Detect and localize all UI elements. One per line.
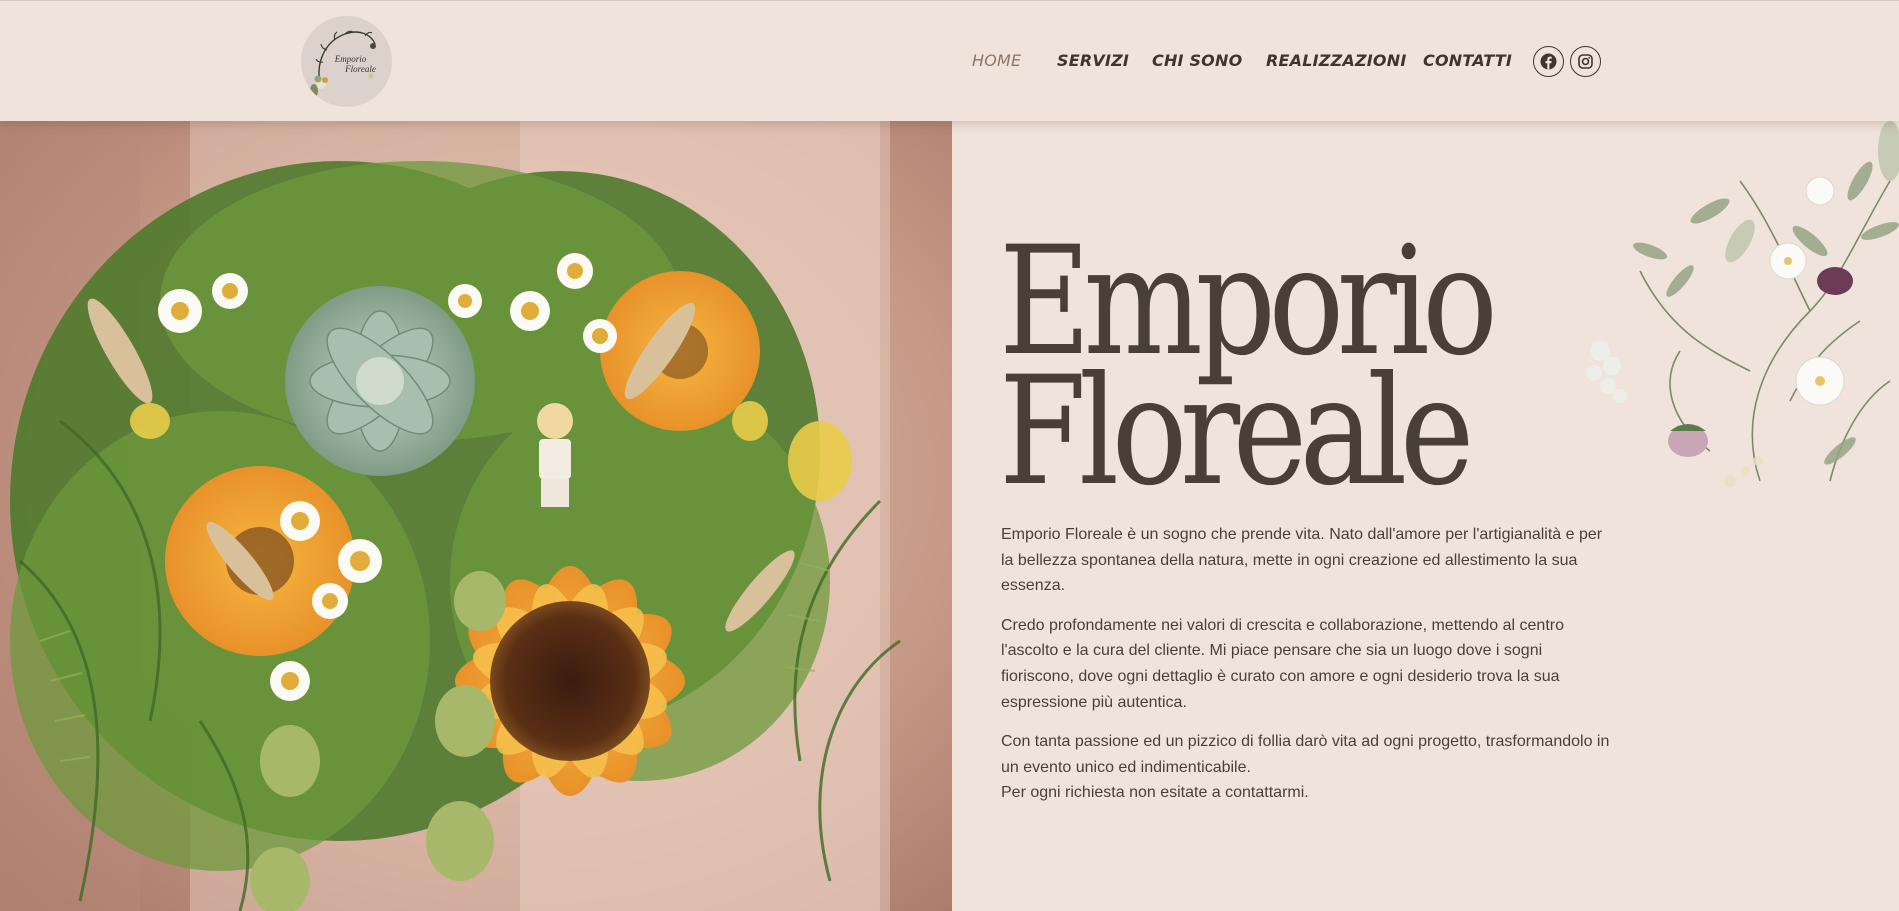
nav-item-servizi[interactable]: SERVIZI: [1057, 51, 1129, 70]
logo-text-line2: Floreale: [345, 64, 376, 74]
decorative-wildflowers: [1560, 121, 1899, 501]
contact-invite: Per ogni richiesta non esitate a contatt…: [1001, 784, 1309, 802]
facebook-button[interactable]: [1533, 46, 1564, 77]
nav-item-realizzazioni[interactable]: REALIZZAZIONI: [1266, 51, 1406, 70]
nav-item-contatti[interactable]: CONTATTI: [1423, 51, 1512, 70]
intro-paragraph-2: Credo profondamente nei valori di cresci…: [1001, 616, 1564, 711]
facebook-icon: [1540, 53, 1557, 70]
nav-item-home[interactable]: HOME: [972, 51, 1021, 70]
intro-paragraph-1: Emporio Floreale è un sogno che prende v…: [1001, 526, 1603, 595]
logo[interactable]: Emporio Floreale: [301, 16, 392, 107]
intro-text: Emporio Floreale è un sogno che prende v…: [1001, 522, 1611, 820]
nav-item-chi-sono[interactable]: CHI SONO: [1152, 51, 1242, 70]
page-title: Emporio Floreale: [999, 227, 1498, 507]
site-header: Emporio Floreale HOME SERVIZI CHI SONO R…: [0, 0, 1899, 121]
logo-text-line1: Emporio: [334, 54, 367, 64]
intro-paragraph-3: Con tanta passione ed un pizzico di foll…: [1001, 729, 1611, 806]
bouquet-photo: [0, 121, 952, 911]
instagram-button[interactable]: [1570, 46, 1601, 77]
title-line-2: Floreale: [999, 345, 1474, 519]
instagram-icon: [1578, 54, 1593, 69]
intro-paragraph-3-text: Con tanta passione ed un pizzico di foll…: [1001, 733, 1610, 776]
